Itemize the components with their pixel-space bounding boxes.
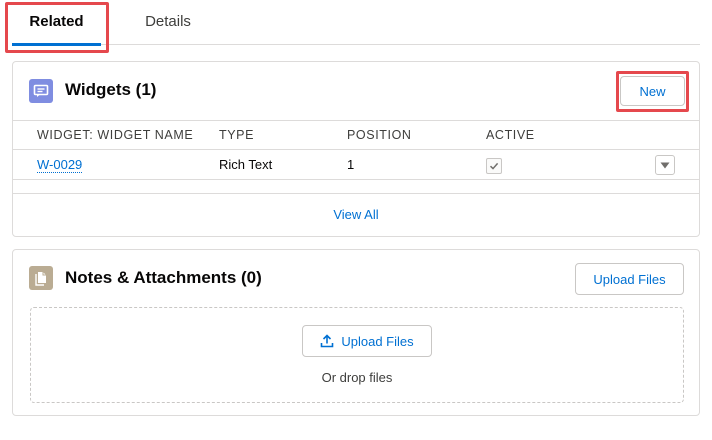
upload-files-button[interactable]: Upload Files xyxy=(575,263,684,295)
widgets-card-title[interactable]: Widgets (1) xyxy=(65,80,156,100)
table-header: WIDGET: WIDGET NAME TYPE POSITION ACTIVE xyxy=(13,120,699,150)
widgets-card-header: Widgets (1) New xyxy=(13,62,699,120)
new-button-highlight-box xyxy=(616,71,689,112)
related-tab-highlight-box xyxy=(5,2,109,53)
upload-icon xyxy=(321,334,334,348)
attachment-icon xyxy=(29,266,53,290)
dropzone-upload-button[interactable]: Upload Files xyxy=(302,325,432,357)
widget-position-cell: 1 xyxy=(347,157,355,172)
table-row: W-0029 Rich Text 1 xyxy=(13,150,699,180)
active-checkbox xyxy=(486,158,502,174)
row-actions-dropdown[interactable] xyxy=(655,155,675,175)
widget-type-cell: Rich Text xyxy=(219,157,273,172)
view-all-link[interactable]: View All xyxy=(13,193,699,237)
tab-details-label: Details xyxy=(145,13,191,30)
widgets-card: Widgets (1) New WIDGET: WIDGET NAME TYPE… xyxy=(12,61,700,237)
file-drop-zone[interactable]: Upload Files Or drop files xyxy=(30,307,684,403)
column-header-widget-name[interactable]: WIDGET: WIDGET NAME xyxy=(37,121,193,149)
notes-attachments-card: Notes & Attachments (0) Upload Files Upl… xyxy=(12,249,700,416)
column-header-type[interactable]: TYPE xyxy=(219,121,254,149)
chevron-down-icon xyxy=(660,162,670,168)
check-icon xyxy=(489,162,499,170)
dropzone-upload-label: Upload Files xyxy=(341,333,414,349)
column-header-active[interactable]: ACTIVE xyxy=(486,121,535,149)
tab-details[interactable]: Details xyxy=(130,0,206,45)
notes-card-title[interactable]: Notes & Attachments (0) xyxy=(65,268,262,288)
column-header-position[interactable]: POSITION xyxy=(347,121,412,149)
notes-card-header: Notes & Attachments (0) Upload Files xyxy=(13,250,699,308)
widget-name-link[interactable]: W-0029 xyxy=(37,157,83,173)
drop-files-hint: Or drop files xyxy=(321,370,393,385)
tab-bar: Related Details xyxy=(12,0,700,46)
widget-icon xyxy=(29,79,53,103)
